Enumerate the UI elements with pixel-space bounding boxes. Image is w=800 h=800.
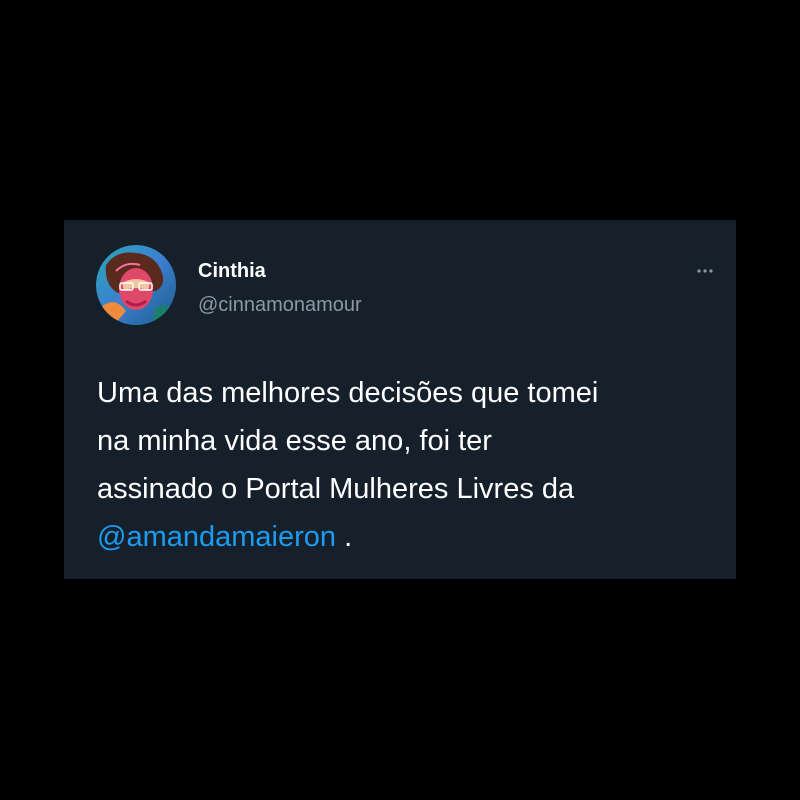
more-options-button[interactable]: [690, 260, 720, 282]
more-horizontal-icon: [697, 269, 713, 273]
tweet-text-line-2: na minha vida esse ano, foi ter: [97, 425, 492, 457]
tweet-text: Uma das melhores decisões que tomei na mi…: [97, 369, 717, 561]
mention-link[interactable]: @amandamaieron: [97, 521, 336, 553]
author-handle[interactable]: @cinnamonamour: [198, 293, 362, 317]
tweet-text-trailing: .: [336, 521, 353, 553]
author-display-name[interactable]: Cinthia: [198, 259, 266, 283]
tweet-text-line-1: Uma das melhores decisões que tomei: [97, 377, 599, 409]
tweet-card[interactable]: Cinthia @cinnamonamour Uma das melhores …: [64, 220, 736, 579]
avatar[interactable]: [96, 245, 176, 325]
tweet-text-line-3: assinado o Portal Mulheres Livres da: [97, 473, 575, 505]
avatar-image: [96, 245, 176, 325]
